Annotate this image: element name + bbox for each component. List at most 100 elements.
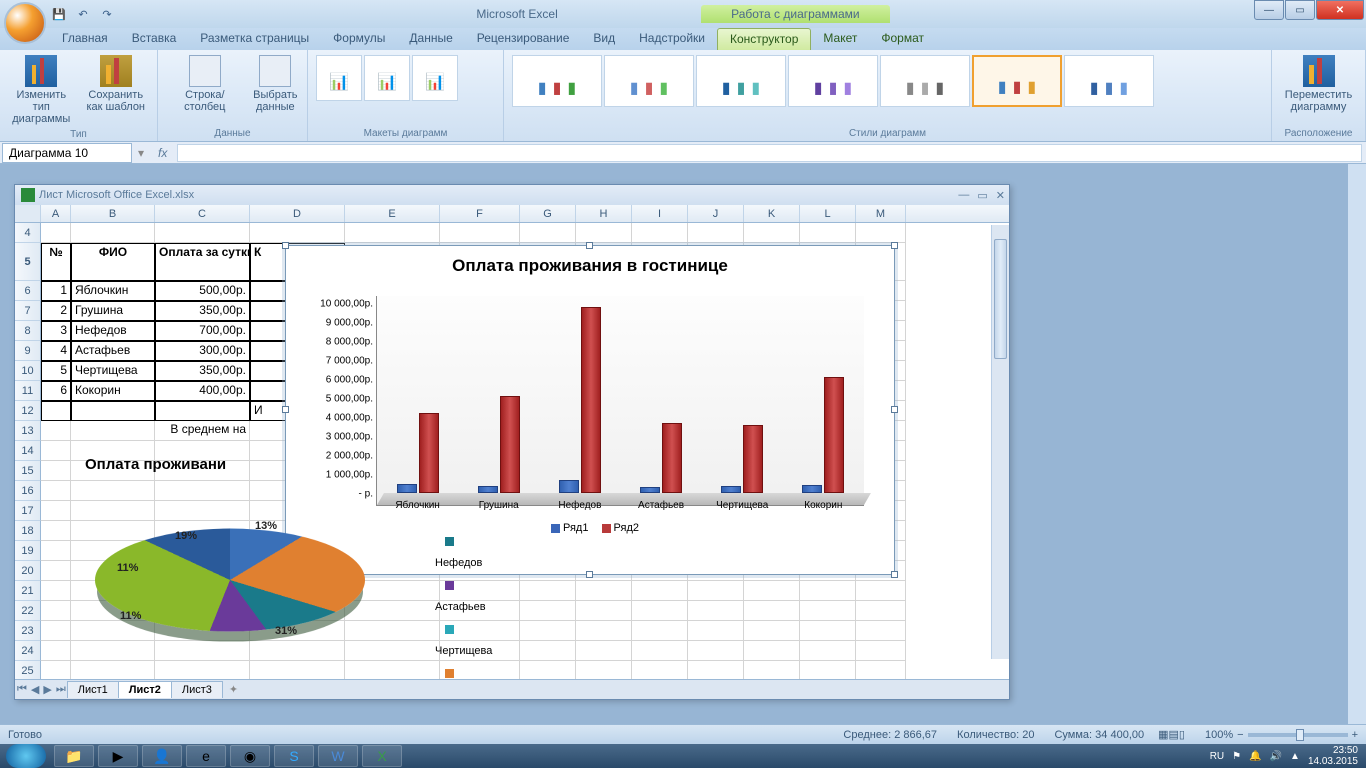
minimize-button[interactable]: — bbox=[1254, 0, 1284, 20]
child-close-button[interactable]: ✕ bbox=[996, 189, 1005, 202]
context-tab-title: Работа с диаграммами bbox=[701, 5, 890, 23]
name-box[interactable]: Диаграмма 10 bbox=[2, 143, 132, 163]
redo-icon[interactable]: ↷ bbox=[98, 5, 116, 23]
view-normal-icon[interactable]: ▦ bbox=[1158, 728, 1168, 741]
lang-indicator[interactable]: RU bbox=[1210, 751, 1224, 762]
style-option[interactable]: ▮▮▮ bbox=[512, 55, 602, 107]
tray-icon[interactable]: 🔔 bbox=[1249, 751, 1261, 762]
style-option[interactable]: ▮▮▮ bbox=[880, 55, 970, 107]
child-minimize-button[interactable]: — bbox=[958, 189, 969, 202]
style-option[interactable]: ▮▮▮ bbox=[788, 55, 878, 107]
office-button[interactable] bbox=[4, 2, 46, 44]
excel-icon bbox=[21, 188, 35, 202]
task-word-icon[interactable]: W bbox=[318, 745, 358, 767]
style-option[interactable]: ▮▮▮ bbox=[604, 55, 694, 107]
sheet-nav-next[interactable]: ▶ bbox=[41, 683, 53, 696]
style-option[interactable]: ▮▮▮ bbox=[1064, 55, 1154, 107]
chart-plot-area[interactable]: ЯблочкинГрушинаНефедовАстафьевЧертищеваК… bbox=[376, 296, 864, 506]
tab-view[interactable]: Вид bbox=[581, 28, 627, 50]
view-pagebreak-icon[interactable]: ▯ bbox=[1179, 728, 1185, 741]
zoom-control[interactable]: 100% − + bbox=[1205, 729, 1358, 741]
ribbon: Изменить тип диаграммы Сохранить как шаб… bbox=[0, 50, 1366, 142]
tray-icon[interactable]: 🔊 bbox=[1270, 751, 1282, 762]
tab-data[interactable]: Данные bbox=[397, 28, 464, 50]
tab-review[interactable]: Рецензирование bbox=[465, 28, 582, 50]
view-layout-icon[interactable]: ▤ bbox=[1169, 728, 1179, 741]
tray-icon[interactable]: ⚑ bbox=[1232, 751, 1241, 762]
ribbon-group-location: Расположение bbox=[1278, 128, 1359, 139]
chart-title[interactable]: Оплата проживания в гостинице bbox=[286, 246, 894, 286]
close-button[interactable]: ✕ bbox=[1316, 0, 1364, 20]
tab-addins[interactable]: Надстройки bbox=[627, 28, 717, 50]
app-title: Microsoft Excel bbox=[476, 7, 557, 21]
task-people-icon[interactable]: 👤 bbox=[142, 745, 182, 767]
tab-formulas[interactable]: Формулы bbox=[321, 28, 397, 50]
task-media-icon[interactable]: ▶ bbox=[98, 745, 138, 767]
tab-chart-layout[interactable]: Макет bbox=[811, 28, 869, 50]
task-excel-icon[interactable]: X bbox=[362, 745, 402, 767]
chart-styles-gallery[interactable]: ▮▮▮ ▮▮▮ ▮▮▮ ▮▮▮ ▮▮▮ ▮▮▮ ▮▮▮ bbox=[510, 53, 1265, 109]
workbook-title: Лист Microsoft Office Excel.xlsx bbox=[39, 189, 194, 201]
switch-row-column-button[interactable]: Строка/столбец bbox=[164, 53, 246, 115]
sheet-tabs: ⏮ ◀ ▶ ⏭ Лист1 Лист2 Лист3 ✦ bbox=[15, 679, 1009, 699]
sheet-nav-first[interactable]: ⏮ bbox=[15, 683, 29, 696]
new-sheet-button[interactable]: ✦ bbox=[223, 683, 244, 696]
workspace: Лист Microsoft Office Excel.xlsx — ▭ ✕ A… bbox=[0, 164, 1366, 724]
layout-option[interactable]: 📊 bbox=[412, 55, 458, 101]
fx-icon[interactable]: fx bbox=[148, 146, 177, 160]
tray-icon[interactable]: ▲ bbox=[1290, 751, 1300, 762]
ribbon-group-layouts: Макеты диаграмм bbox=[314, 128, 497, 139]
undo-icon[interactable]: ↶ bbox=[74, 5, 92, 23]
worksheet[interactable]: ABCDEFGHIJKLM 45№ФИООплата за суткиК61Яб… bbox=[15, 205, 1009, 679]
select-data-button[interactable]: Выбрать данные bbox=[250, 53, 301, 115]
chart-layouts-gallery[interactable]: 📊 📊 📊 bbox=[314, 53, 497, 103]
change-chart-type-button[interactable]: Изменить тип диаграммы bbox=[6, 53, 77, 127]
vertical-scrollbar[interactable] bbox=[991, 225, 1009, 659]
start-button[interactable] bbox=[6, 744, 46, 768]
save-icon[interactable]: 💾 bbox=[50, 5, 68, 23]
task-skype-icon[interactable]: S bbox=[274, 745, 314, 767]
task-explorer-icon[interactable]: 📁 bbox=[54, 745, 94, 767]
ribbon-group-styles: Стили диаграмм bbox=[510, 128, 1265, 139]
ribbon-group-type: Тип bbox=[6, 129, 151, 140]
column-headers[interactable]: ABCDEFGHIJKLM bbox=[15, 205, 1009, 223]
ribbon-group-data: Данные bbox=[164, 128, 301, 139]
sheet-tab-active[interactable]: Лист2 bbox=[118, 681, 172, 698]
layout-option[interactable]: 📊 bbox=[364, 55, 410, 101]
sheet-tab[interactable]: Лист3 bbox=[171, 681, 223, 698]
style-option[interactable]: ▮▮▮ bbox=[696, 55, 786, 107]
tab-insert[interactable]: Вставка bbox=[120, 28, 189, 50]
clock[interactable]: 23:5014.03.2015 bbox=[1308, 745, 1358, 767]
status-bar: Готово Среднее: 2 866,67 Количество: 20 … bbox=[0, 724, 1366, 744]
task-chrome-icon[interactable]: ◉ bbox=[230, 745, 270, 767]
task-ie-icon[interactable]: e bbox=[186, 745, 226, 767]
formula-input[interactable] bbox=[177, 144, 1362, 162]
child-maximize-button[interactable]: ▭ bbox=[977, 189, 987, 202]
layout-option[interactable]: 📊 bbox=[316, 55, 362, 101]
pie-legend: Нефедов Астафьев Чертищева Кокорин bbox=[435, 530, 492, 679]
save-as-template-button[interactable]: Сохранить как шаблон bbox=[81, 53, 152, 115]
workbook-window: Лист Microsoft Office Excel.xlsx — ▭ ✕ A… bbox=[14, 184, 1010, 700]
horizontal-scrollbar[interactable] bbox=[264, 683, 1009, 697]
taskbar: 📁 ▶ 👤 e ◉ S W X RU ⚑ 🔔 🔊 ▲ 23:5014.03.20… bbox=[0, 744, 1366, 768]
tab-home[interactable]: Главная bbox=[50, 28, 120, 50]
zoom-in-button[interactable]: + bbox=[1352, 729, 1358, 741]
app-vertical-scrollbar[interactable] bbox=[1348, 164, 1366, 724]
workbook-titlebar[interactable]: Лист Microsoft Office Excel.xlsx — ▭ ✕ bbox=[15, 185, 1009, 205]
zoom-out-button[interactable]: − bbox=[1237, 729, 1243, 741]
style-option-selected[interactable]: ▮▮▮ bbox=[972, 55, 1062, 107]
title-bar: 💾 ↶ ↷ Microsoft Excel Работа с диаграмма… bbox=[0, 0, 1366, 28]
tab-format[interactable]: Формат bbox=[869, 28, 936, 50]
maximize-button[interactable]: ▭ bbox=[1285, 0, 1315, 20]
system-tray[interactable]: RU ⚑ 🔔 🔊 ▲ 23:5014.03.2015 bbox=[1210, 745, 1366, 767]
pie-title: Оплата проживани bbox=[45, 450, 445, 479]
sheet-nav-prev[interactable]: ◀ bbox=[29, 683, 41, 696]
tab-layout[interactable]: Разметка страницы bbox=[188, 28, 321, 50]
chart-object-pie[interactable]: Оплата проживани 13% 19% 11% 11% 31% Неф… bbox=[45, 450, 445, 679]
status-ready: Готово bbox=[8, 729, 42, 741]
formula-bar: Диаграмма 10 ▾ fx bbox=[0, 142, 1366, 164]
tab-design[interactable]: Конструктор bbox=[717, 28, 811, 50]
sheet-tab[interactable]: Лист1 bbox=[67, 681, 119, 698]
move-chart-button[interactable]: Переместить диаграмму bbox=[1278, 53, 1359, 115]
sheet-nav-last[interactable]: ⏭ bbox=[54, 683, 68, 696]
